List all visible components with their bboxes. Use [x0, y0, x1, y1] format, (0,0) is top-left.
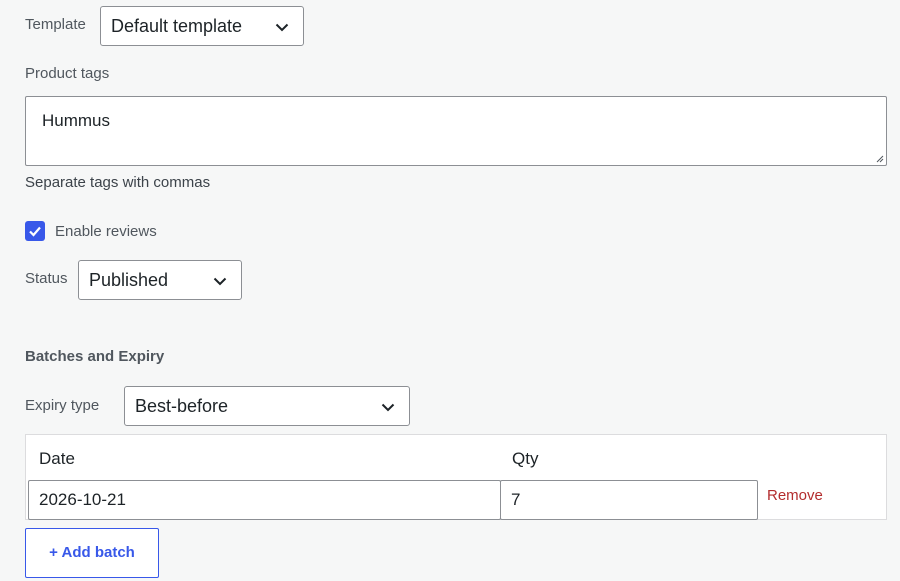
- template-select-value: Default template: [111, 16, 243, 36]
- batch-qty-value: 7: [511, 490, 521, 509]
- add-batch-button[interactable]: + Add batch: [25, 528, 159, 578]
- template-label: Template: [25, 16, 86, 33]
- expiry-type-select-value: Best-before: [135, 396, 229, 416]
- check-icon: [29, 226, 41, 237]
- batch-date-input[interactable]: 2026-10-21: [28, 480, 501, 520]
- remove-batch-link[interactable]: Remove: [767, 487, 823, 504]
- column-header-date: Date: [39, 449, 75, 468]
- status-label: Status: [25, 270, 68, 287]
- product-tags-value: Hummus: [42, 111, 111, 130]
- batches-section-title: Batches and Expiry: [25, 348, 165, 365]
- chevron-down-icon: [213, 277, 227, 286]
- expiry-type-label: Expiry type: [25, 397, 100, 414]
- batches-table: Date Qty 2026-10-21 7 Remove: [25, 434, 887, 520]
- product-tags-textarea[interactable]: Hummus: [25, 96, 887, 166]
- expiry-type-select[interactable]: Best-before: [124, 386, 410, 426]
- status-select-value: Published: [89, 270, 169, 290]
- product-tags-help: Separate tags with commas: [25, 174, 211, 191]
- product-tags-label: Product tags: [25, 65, 110, 82]
- batch-qty-input[interactable]: 7: [500, 480, 758, 520]
- resize-grip-icon[interactable]: [874, 153, 884, 163]
- template-select[interactable]: Default template: [100, 6, 304, 46]
- product-settings-panel: Template Default template Product tags H…: [0, 0, 900, 581]
- batch-date-value: 2026-10-21: [39, 490, 126, 509]
- status-select[interactable]: Published: [78, 260, 242, 300]
- enable-reviews-label: Enable reviews: [55, 223, 157, 240]
- chevron-down-icon: [275, 23, 289, 32]
- column-header-qty: Qty: [512, 449, 539, 468]
- chevron-down-icon: [381, 403, 395, 412]
- enable-reviews-checkbox[interactable]: [25, 221, 45, 241]
